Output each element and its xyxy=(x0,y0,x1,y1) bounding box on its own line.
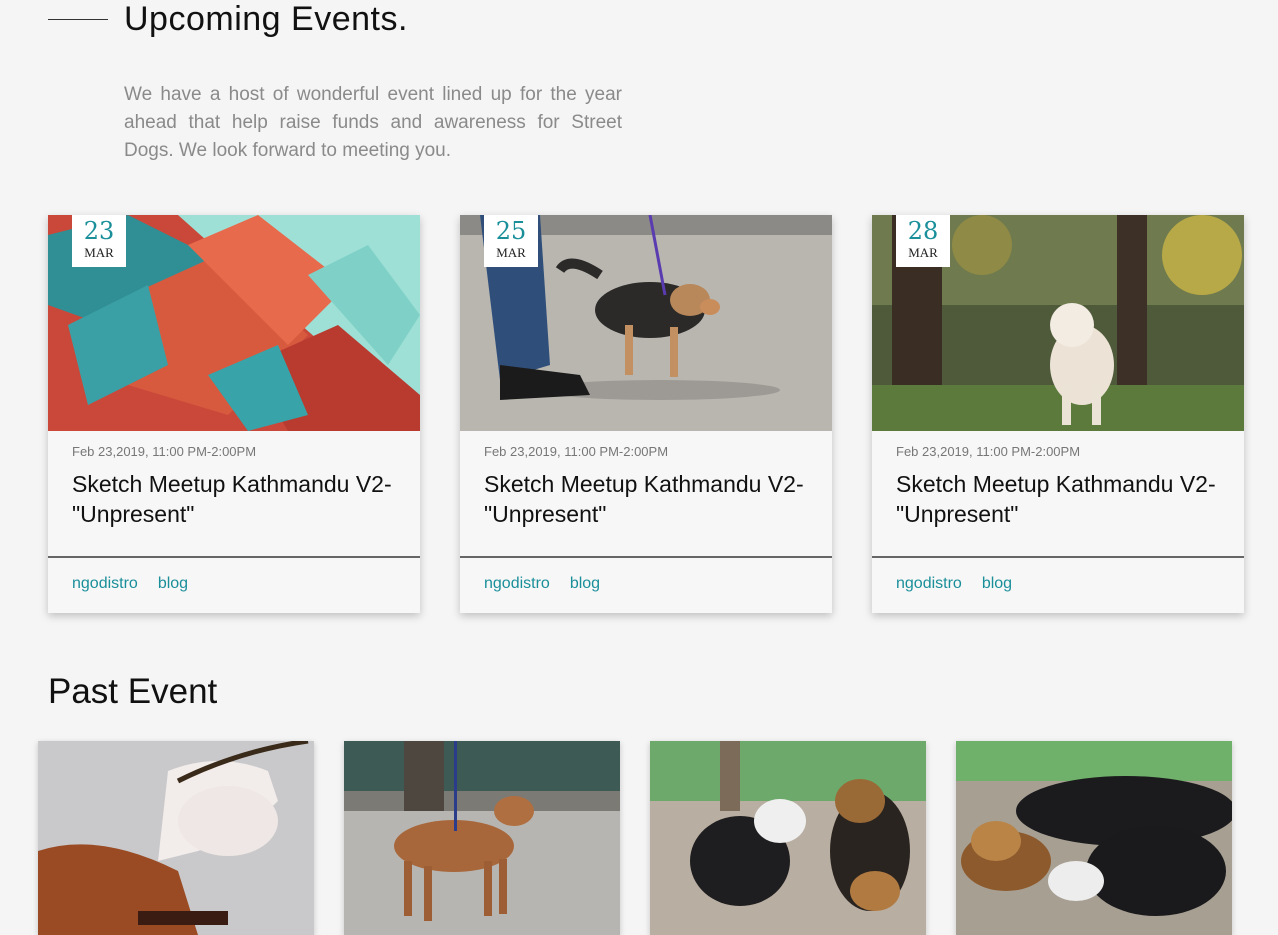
event-tags: ngodistro blog xyxy=(896,575,1012,593)
tag-blog[interactable]: blog xyxy=(982,575,1012,593)
event-card[interactable]: 23 MAR Feb 23,2019, 11:00 PM-2:00PM Sket… xyxy=(48,215,420,613)
event-tags: ngodistro blog xyxy=(484,575,600,593)
past-event-image-brown-dog[interactable] xyxy=(344,741,620,935)
card-divider xyxy=(48,556,420,558)
date-badge: 25 MAR xyxy=(484,215,538,267)
header-rule xyxy=(48,18,108,20)
past-event-image-dogs-fighting[interactable] xyxy=(956,741,1232,935)
event-time: Feb 23,2019, 11:00 PM-2:00PM xyxy=(896,444,1081,459)
date-month: MAR xyxy=(908,245,938,260)
event-card[interactable]: 25 MAR Feb 23,2019, 11:00 PM-2:00PM Sket… xyxy=(460,215,832,613)
event-image-dog-leash[interactable]: 25 MAR xyxy=(460,215,832,431)
date-day: 28 xyxy=(907,217,939,245)
event-title[interactable]: Sketch Meetup Kathmandu V2-"Unpresent" xyxy=(72,469,392,529)
card-divider xyxy=(872,556,1244,558)
tag-ngodistro[interactable]: ngodistro xyxy=(896,575,962,593)
date-day: 25 xyxy=(495,217,527,245)
tag-blog[interactable]: blog xyxy=(570,575,600,593)
past-event-image-dogs-playing[interactable] xyxy=(38,741,314,935)
event-title[interactable]: Sketch Meetup Kathmandu V2-"Unpresent" xyxy=(896,469,1216,529)
intro-paragraph: We have a host of wonderful event lined … xyxy=(124,84,622,161)
event-card[interactable]: 28 MAR Feb 23,2019, 11:00 PM-2:00PM Sket… xyxy=(872,215,1244,613)
page-title: Upcoming Events. xyxy=(124,0,408,38)
event-tags: ngodistro blog xyxy=(72,575,188,593)
date-day: 23 xyxy=(83,217,115,245)
date-badge: 28 MAR xyxy=(896,215,950,267)
event-title[interactable]: Sketch Meetup Kathmandu V2-"Unpresent" xyxy=(484,469,804,529)
past-event-image-dogs-barking[interactable] xyxy=(650,741,926,935)
past-events-gallery xyxy=(38,741,1232,935)
tag-blog[interactable]: blog xyxy=(158,575,188,593)
date-month: MAR xyxy=(496,245,526,260)
event-time: Feb 23,2019, 11:00 PM-2:00PM xyxy=(72,444,257,459)
date-month: MAR xyxy=(84,245,114,260)
upcoming-events-list: 23 MAR Feb 23,2019, 11:00 PM-2:00PM Sket… xyxy=(48,215,1244,613)
event-image-white-dog[interactable]: 28 MAR xyxy=(872,215,1244,431)
upcoming-events-header: Upcoming Events. xyxy=(48,0,408,38)
date-badge: 23 MAR xyxy=(72,215,126,267)
past-event-title: Past Event xyxy=(48,672,218,711)
tag-ngodistro[interactable]: ngodistro xyxy=(72,575,138,593)
event-time: Feb 23,2019, 11:00 PM-2:00PM xyxy=(484,444,669,459)
card-divider xyxy=(460,556,832,558)
event-image-building[interactable]: 23 MAR xyxy=(48,215,420,431)
tag-ngodistro[interactable]: ngodistro xyxy=(484,575,550,593)
